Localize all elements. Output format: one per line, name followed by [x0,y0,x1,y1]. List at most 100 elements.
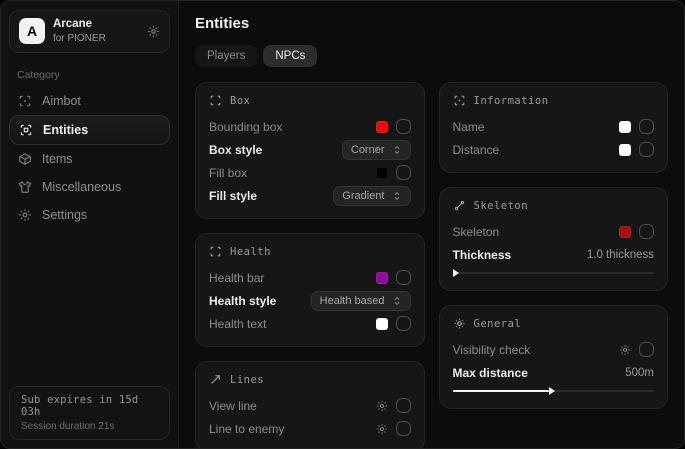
setting-label: Line to enemy [209,422,284,436]
gear-icon[interactable] [619,344,631,356]
card-title: General [474,318,522,330]
setting-row-line-to-enemy: Line to enemy [209,417,411,440]
entities-icon [19,123,33,137]
box-style-select[interactable]: Corner [342,140,411,160]
sidebar-item-aimbot[interactable]: Aimbot [1,87,178,115]
sidebar-item-label: Aimbot [42,94,81,108]
card-title: Information [474,95,549,107]
color-swatch[interactable] [376,272,388,284]
setting-label: Visibility check [453,343,531,357]
color-swatch[interactable] [376,121,388,133]
color-swatch[interactable] [619,226,631,238]
select-value: Health based [320,295,385,307]
sidebar-item-entities[interactable]: Entities [9,115,170,145]
info-scan-icon [453,94,466,107]
tab-players[interactable]: Players [195,45,257,67]
health-text-checkbox[interactable] [396,316,411,331]
setting-label: Box style [209,143,262,157]
view-line-checkbox[interactable] [396,398,411,413]
setting-label: Fill box [209,166,247,180]
setting-row-health-text: Health text [209,312,411,335]
sun-icon [453,317,466,330]
line-to-enemy-checkbox[interactable] [396,421,411,436]
slider-thumb[interactable] [549,387,555,395]
color-swatch[interactable] [619,144,631,156]
sub-expires-text: Sub expires in 15d 03h [21,394,158,418]
setting-label: Bounding box [209,120,282,134]
setting-row-box-style: Box style Corner [209,138,411,161]
setting-row-fill-style: Fill style Gradient [209,184,411,207]
health-style-select[interactable]: Health based [311,291,411,311]
setting-label: Distance [453,143,500,157]
sidebar-item-label: Items [42,152,73,166]
information-card: Information Name Distance [439,82,669,173]
setting-row-health-bar: Health bar [209,266,411,289]
thickness-slider[interactable] [453,268,655,278]
setting-row-fill-box: Fill box [209,161,411,184]
sidebar-item-label: Entities [43,123,88,137]
brand-logo: A [19,18,45,44]
sidebar-item-items[interactable]: Items [1,145,178,173]
fill-style-select[interactable]: Gradient [333,186,410,206]
brand-subtitle: for PIONER [53,33,139,45]
setting-row-visibility-check: Visibility check [453,338,655,361]
color-swatch[interactable] [376,167,388,179]
max-distance-slider[interactable] [453,386,655,396]
slider-thumb[interactable] [453,269,459,277]
setting-label: Health bar [209,271,264,285]
gear-icon[interactable] [147,25,160,38]
subscription-info: Sub expires in 15d 03h Session duration … [9,386,170,440]
distance-checkbox[interactable] [639,142,654,157]
sidebar-item-label: Miscellaneous [42,180,121,194]
entity-tabs: Players NPCs [195,45,668,67]
unfold-icon [392,145,402,155]
setting-label: View line [209,399,257,413]
brand-name: Arcane [53,18,139,31]
setting-label: Health style [209,294,276,308]
sidebar-nav: Aimbot Entities Items Miscellaneous [1,87,178,229]
bone-icon [453,199,466,212]
gear-icon[interactable] [376,423,388,435]
gear-icon [18,208,32,222]
setting-label: Thickness [453,248,512,262]
thickness-value: 1.0 thickness [587,249,654,261]
setting-label: Health text [209,317,266,331]
name-checkbox[interactable] [639,119,654,134]
fill-box-checkbox[interactable] [396,165,411,180]
sidebar-item-miscellaneous[interactable]: Miscellaneous [1,173,178,201]
general-card: General Visibility check Max distance [439,305,669,409]
card-title: Skeleton [474,200,529,212]
sidebar-item-settings[interactable]: Settings [1,201,178,229]
setting-label: Skeleton [453,225,500,239]
bounding-box-checkbox[interactable] [396,119,411,134]
diagonal-line-icon [209,373,222,386]
setting-row-distance: Distance [453,138,655,161]
setting-row-thickness: Thickness 1.0 thickness [453,243,655,266]
session-duration-text: Session duration 21s [21,421,158,432]
health-card: Health Health bar Health style Health ba… [195,233,425,347]
skeleton-checkbox[interactable] [639,224,654,239]
setting-row-health-style: Health style Health based [209,289,411,312]
category-label: Category [17,69,178,81]
card-title: Lines [230,374,264,386]
color-swatch[interactable] [376,318,388,330]
color-swatch[interactable] [619,121,631,133]
slider-track [453,272,655,275]
max-distance-value: 500m [625,367,654,379]
page-title: Entities [195,15,668,32]
box-card: Box Bounding box Box style Corner [195,82,425,219]
visibility-check-checkbox[interactable] [639,342,654,357]
select-value: Gradient [342,190,384,202]
setting-label: Fill style [209,189,257,203]
shirt-icon [18,180,32,194]
cube-icon [18,152,32,166]
unfold-icon [392,191,402,201]
tab-npcs[interactable]: NPCs [263,45,317,67]
lines-card: Lines View line Line to enemy [195,361,425,448]
scan-corners-icon [209,245,222,258]
setting-label: Name [453,120,485,134]
health-bar-checkbox[interactable] [396,270,411,285]
gear-icon[interactable] [376,400,388,412]
brand-card: A Arcane for PIONER [9,10,170,53]
setting-row-bounding-box: Bounding box [209,115,411,138]
